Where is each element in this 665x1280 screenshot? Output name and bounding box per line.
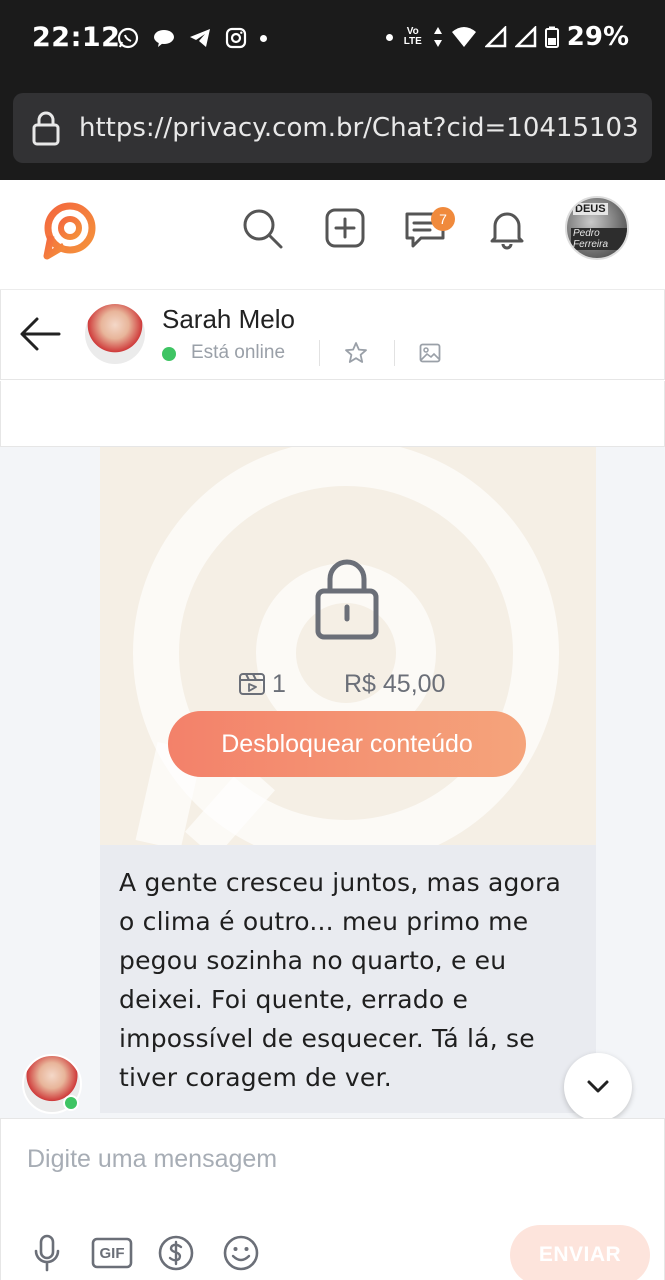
status-bar: 22:12 Vo LTE 29%	[0, 0, 665, 80]
message-text: A gente cresceu juntos, mas agora o clim…	[119, 868, 562, 1092]
media-gallery-icon[interactable]	[419, 342, 441, 364]
contact-avatar[interactable]	[85, 304, 145, 364]
contact-name[interactable]: Sarah Melo	[162, 304, 295, 335]
add-post-icon[interactable]	[323, 206, 367, 250]
browser-toolbar: https://privacy.com.br/Chat?cid=10415103	[0, 80, 665, 180]
unlock-price: R$ 45,00	[344, 670, 446, 698]
user-avatar[interactable]: DEUS Pedro Ferreira	[565, 196, 629, 260]
sender-online-dot	[63, 1095, 79, 1111]
status-time: 22:12	[32, 22, 121, 53]
locked-content-lock-icon	[315, 559, 379, 640]
chevron-down-icon	[587, 1080, 609, 1093]
search-icon[interactable]	[240, 206, 284, 250]
chat-header: Sarah Melo Está online	[0, 290, 665, 380]
volte-label: Vo LTE	[403, 26, 422, 47]
lock-icon[interactable]	[31, 110, 61, 146]
avatar-text-top: DEUS	[573, 203, 608, 215]
messages-badge[interactable]: 7	[431, 207, 455, 231]
whatsapp-icon	[117, 27, 139, 49]
tip-button[interactable]	[156, 1233, 196, 1273]
more-notifications-dot-icon	[260, 34, 267, 42]
signal-icon	[484, 26, 507, 48]
wifi-icon	[451, 27, 476, 47]
battery-icon	[544, 26, 559, 48]
telegram-icon	[190, 29, 210, 47]
emoji-smile-icon	[223, 1235, 259, 1271]
system-icons: Vo LTE 29%	[385, 22, 629, 52]
instagram-icon	[225, 27, 247, 49]
notification-icons	[116, 26, 267, 50]
locked-media-card: 1 R$ 45,00 Desbloquear conteúdo	[100, 447, 596, 845]
send-button[interactable]: ENVIAR	[510, 1225, 650, 1280]
dollar-icon	[158, 1235, 194, 1271]
back-arrow-icon[interactable]	[19, 314, 61, 354]
message-input[interactable]	[27, 1139, 627, 1179]
divider	[394, 340, 395, 366]
chat-subheader-area	[0, 381, 665, 447]
online-status-dot	[162, 347, 176, 361]
video-count: 1	[272, 670, 286, 698]
battery-percent: 29%	[566, 22, 629, 52]
notifications-bell-icon[interactable]	[485, 206, 529, 250]
favorite-star-icon[interactable]	[344, 341, 368, 365]
signal-2-icon	[514, 26, 537, 48]
message-composer: GIF ENVIAR	[0, 1118, 665, 1280]
divider	[319, 340, 320, 366]
chat-bubble-icon	[154, 30, 174, 47]
emoji-button[interactable]	[221, 1233, 261, 1273]
scroll-to-bottom-button[interactable]	[564, 1053, 632, 1118]
privacy-watermark-icon	[133, 447, 559, 845]
video-count-icon	[239, 673, 265, 695]
app-header: 7 DEUS Pedro Ferreira	[0, 180, 665, 290]
messages-area[interactable]: 1 R$ 45,00 Desbloquear conteúdo A gente …	[0, 447, 665, 1118]
microphone-icon	[34, 1234, 60, 1272]
dot-icon	[385, 33, 393, 41]
address-bar[interactable]: https://privacy.com.br/Chat?cid=10415103	[13, 93, 652, 163]
data-arrows-icon	[433, 27, 442, 47]
gif-label: GIF	[99, 1244, 125, 1262]
url-text[interactable]: https://privacy.com.br/Chat?cid=10415103	[79, 113, 639, 143]
microphone-button[interactable]	[27, 1233, 67, 1273]
privacy-logo-icon[interactable]	[38, 200, 98, 262]
message-bubble: A gente cresceu juntos, mas agora o clim…	[100, 845, 596, 1113]
avatar-text-bottom: Pedro Ferreira	[571, 228, 627, 250]
gif-button[interactable]: GIF	[91, 1233, 133, 1273]
online-status-text: Está online	[191, 342, 286, 363]
unlock-content-button[interactable]: Desbloquear conteúdo	[168, 711, 526, 777]
